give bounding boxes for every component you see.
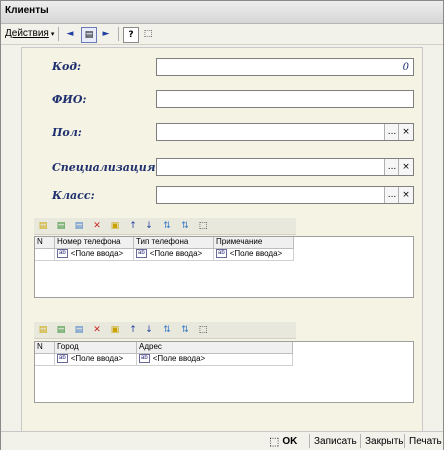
- print-button[interactable]: Печать: [404, 434, 442, 448]
- column-header[interactable]: Примечание: [214, 237, 294, 249]
- close-button[interactable]: Закрыть: [360, 434, 404, 448]
- text-field-icon: ab: [57, 249, 68, 259]
- code-label: Код:: [52, 60, 82, 73]
- select-icon: ⬚: [269, 435, 280, 448]
- text-field-icon: ab: [216, 249, 227, 259]
- forward-arrow-icon[interactable]: ►: [99, 27, 113, 41]
- gender-select-button[interactable]: ...: [384, 124, 399, 140]
- ok-button[interactable]: ⬚ OK: [269, 434, 297, 448]
- text-field-icon: ab: [139, 354, 150, 364]
- cities-grid-toolbar: ▤ ▤ ▤ ✕ ▣ ↑ ↓ ⇅ ⇅ ⬚: [34, 322, 296, 339]
- specialization-label: Специализация:: [52, 161, 160, 174]
- column-header[interactable]: Адрес: [137, 342, 293, 354]
- fio-label: ФИО:: [52, 93, 87, 106]
- fio-field[interactable]: [156, 90, 414, 108]
- save-button[interactable]: Записать: [309, 434, 357, 448]
- column-header[interactable]: Номер телефона: [55, 237, 134, 249]
- text-field-icon: ab: [57, 354, 68, 364]
- text-field-icon: ab: [136, 249, 147, 259]
- gender-clear-icon[interactable]: ×: [398, 124, 413, 140]
- title-bar: Клиенты: [1, 1, 443, 24]
- back-arrow-icon[interactable]: ◄: [63, 27, 77, 41]
- form-panel: Код: 0 ФИО: Пол: ... × Специализация: ..…: [21, 47, 423, 433]
- table-cell[interactable]: ab <Поле ввода>: [134, 249, 214, 261]
- toolbar-divider: [118, 27, 119, 41]
- specialization-clear-icon[interactable]: ×: [398, 159, 413, 175]
- table-cell[interactable]: ab <Поле ввода>: [214, 249, 294, 261]
- actions-label: Действия: [5, 28, 49, 39]
- chevron-down-icon: ▾: [50, 31, 55, 38]
- table-cell[interactable]: ab <Поле ввода>: [137, 354, 293, 366]
- main-toolbar: Действия ▾ ◄ ▤ ► ? ⬚: [1, 24, 443, 45]
- window: Клиенты Действия ▾ ◄ ▤ ► ? ⬚ Код: 0 ФИО: …: [0, 0, 444, 450]
- filter-icon[interactable]: ▤: [81, 27, 97, 43]
- phones-table[interactable]: N Номер телефона Тип телефона Примечание…: [34, 236, 414, 298]
- table-cell[interactable]: ab <Поле ввода>: [55, 354, 137, 366]
- toolbar-divider: [58, 27, 59, 41]
- gender-field[interactable]: ... ×: [156, 123, 414, 141]
- class-select-button[interactable]: ...: [384, 187, 399, 203]
- cities-table[interactable]: N Город Адрес ab <Поле ввода> ab <Поле вво…: [34, 341, 414, 403]
- code-field[interactable]: 0: [156, 58, 414, 76]
- help-icon[interactable]: ?: [123, 27, 139, 43]
- class-field[interactable]: ... ×: [156, 186, 414, 204]
- code-value: 0: [402, 62, 409, 73]
- specialization-field[interactable]: ... ×: [156, 158, 414, 176]
- class-clear-icon[interactable]: ×: [398, 187, 413, 203]
- select-icon[interactable]: ⬚: [141, 27, 155, 41]
- column-header[interactable]: N: [35, 342, 55, 354]
- phones-grid-toolbar: ▤ ▤ ▤ ✕ ▣ ↑ ↓ ⇅ ⇅ ⬚: [34, 218, 296, 235]
- bottom-bar: ⬚ OK Записать Закрыть Печать: [1, 431, 443, 450]
- column-header[interactable]: Город: [55, 342, 137, 354]
- actions-menu[interactable]: Действия ▾: [5, 28, 54, 39]
- column-header[interactable]: Тип телефона: [134, 237, 214, 249]
- specialization-select-button[interactable]: ...: [384, 159, 399, 175]
- class-label: Класс:: [52, 189, 95, 202]
- column-header[interactable]: N: [35, 237, 55, 249]
- table-cell[interactable]: [35, 354, 55, 366]
- table-cell[interactable]: [35, 249, 55, 261]
- window-title: Клиенты: [5, 5, 49, 16]
- gender-label: Пол:: [52, 126, 82, 139]
- table-cell[interactable]: ab <Поле ввода>: [55, 249, 134, 261]
